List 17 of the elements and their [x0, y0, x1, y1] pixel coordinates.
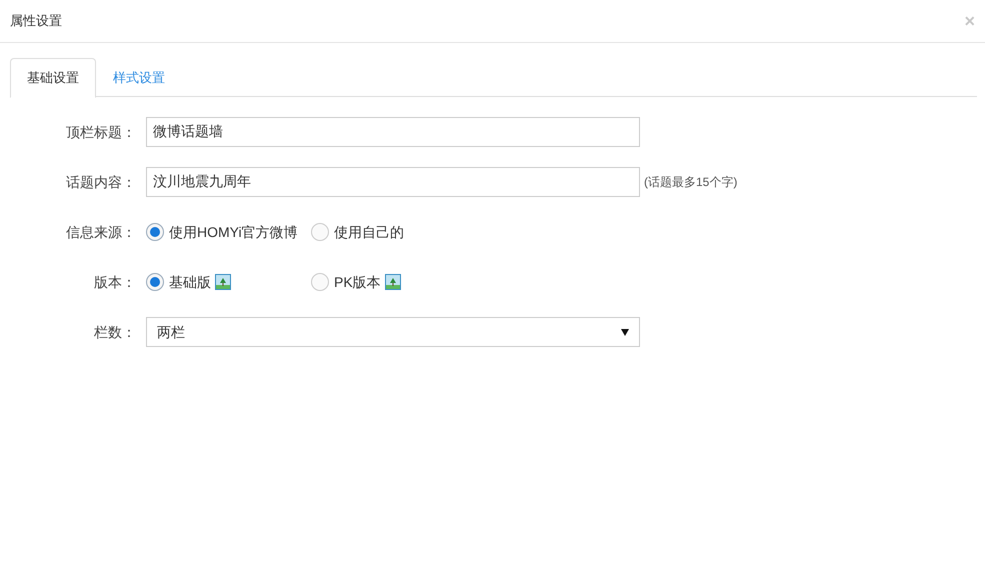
radio-option[interactable]: 使用HOMYi官方微博	[146, 222, 298, 242]
radio-option[interactable]: 使用自己的	[311, 222, 404, 242]
field-label: 栏数：	[93, 322, 137, 342]
select-field[interactable]: 两栏	[146, 317, 640, 347]
text-field[interactable]: 汶川地震九周年	[146, 167, 640, 197]
radio-option[interactable]: PK版本	[311, 272, 381, 292]
dialog-title: 属性设置	[10, 12, 62, 30]
hint-text: (话题最多15个字)	[644, 174, 738, 191]
tab[interactable]: 基础设置	[10, 58, 96, 98]
field-label: 信息来源：	[65, 222, 137, 242]
field-label: 顶栏标题：	[65, 122, 137, 142]
tab[interactable]: 样式设置	[96, 58, 182, 97]
field-label: 版本：	[93, 272, 137, 292]
radio-option[interactable]: 基础版	[146, 272, 211, 292]
field-label: 话题内容：	[65, 172, 137, 192]
caret-icon	[621, 328, 629, 336]
text-field[interactable]: 微博话题墙	[146, 117, 640, 147]
